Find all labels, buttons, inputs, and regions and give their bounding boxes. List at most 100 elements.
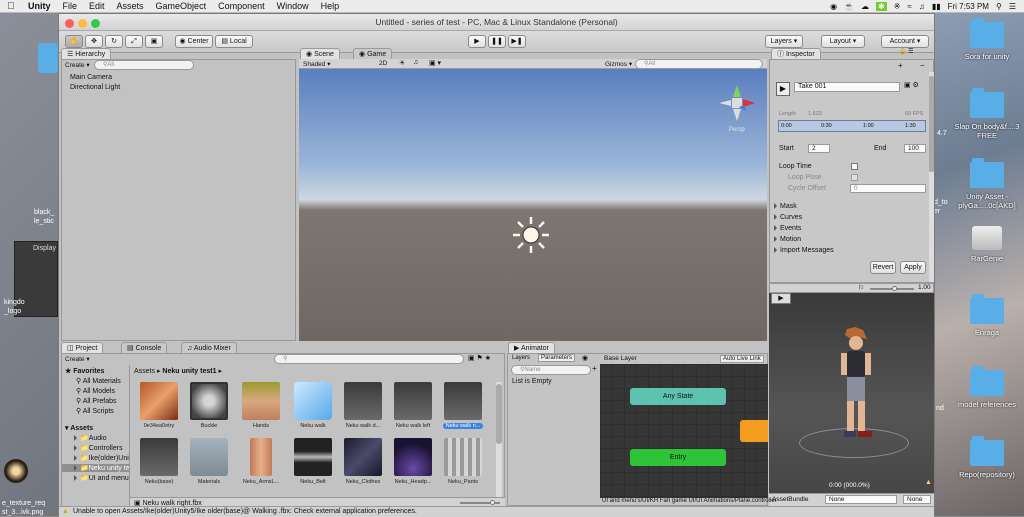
hierarchy-item-main-camera[interactable]: Main Camera [70,74,112,81]
tree-folder-ike-older[interactable]: 📁Ike(older)Uni [74,454,129,462]
light-toggle-icon[interactable]: ☀ [399,59,405,67]
animator-parameters-tab[interactable]: Parameters [538,354,576,362]
favorites-header[interactable]: ★ Favorites [65,367,104,375]
unity-status-icon[interactable]: ◉ [830,2,837,11]
tree-folder-ui-and-menu[interactable]: 📁UI and menu [74,474,129,482]
project-create-dropdown[interactable]: Create ▾ [65,355,90,363]
project-search-input[interactable]: ⚲ [274,354,464,364]
pivot-local-toggle[interactable]: ▤ Local [215,35,253,48]
tab-animator[interactable]: ▶ Animator [508,342,555,353]
tab-console[interactable]: ▤ Console [121,342,168,353]
base-layer-breadcrumb[interactable]: Base Layer [604,355,637,362]
directional-light-sun-icon[interactable] [511,215,551,255]
project-filter-icons[interactable]: ▣ ⚑ ★ [468,354,491,362]
clock[interactable]: Fri 7:53 PM [948,2,989,11]
audio-toggle-icon[interactable]: ♫ [413,59,418,66]
account-dropdown[interactable]: Account ▾ [881,35,929,48]
folder-icon[interactable] [38,43,58,73]
favorite-all-prefabs[interactable]: ⚲ All Prefabs [76,397,117,405]
clip-name-field[interactable]: Take 001 [794,82,900,92]
menu-assets[interactable]: Assets [111,1,150,11]
cloud-icon[interactable]: ☁ [861,2,869,11]
inspector-scrollbar[interactable] [929,72,934,282]
pivot-center-toggle[interactable]: ◉ Center [175,35,213,48]
menu-edit[interactable]: Edit [83,1,111,11]
tab-hierarchy[interactable]: ☰ Hierarchy [61,48,112,59]
asset-materials-folder[interactable]: Materials [186,438,232,485]
close-window-button[interactable] [65,19,74,28]
gizmos-dropdown[interactable]: Gizmos ▾ [605,60,632,68]
eye-icon[interactable]: ◉ [582,354,588,362]
hierarchy-create-dropdown[interactable]: Create ▾ [65,61,90,69]
loop-pose-checkbox[interactable] [851,174,858,181]
desktop-icon-slap-on[interactable]: Slap On body&f....3 FREE [947,88,1024,140]
tab-scene[interactable]: ◉ Scene [300,48,340,59]
layout-dropdown[interactable]: Layout ▾ [821,35,865,48]
section-import-messages[interactable]: Import Messages [774,247,834,254]
wine-icon[interactable]: ☕ [844,2,854,11]
preview-play-button[interactable]: ▶ [771,293,791,304]
any-state-node[interactable]: Any State [630,388,726,405]
menu-gameobject[interactable]: GameObject [150,1,213,11]
hierarchy-search-input[interactable]: ⚲All [94,60,194,70]
tab-inspector[interactable]: ⓘ Inspector [771,48,821,59]
bluetooth-icon[interactable]: ※ [894,2,901,11]
assetbundle-name-dropdown[interactable]: None [825,495,897,504]
animation-preview-panel[interactable]: ▶ 0:00 (000.0%) ▲ AssetBundle None None [769,293,934,506]
status-bar[interactable]: ▲ Unable to open Assets/Ike(older)Unity5… [59,506,934,517]
pause-button[interactable]: ❚❚ [488,35,506,48]
assets-header[interactable]: ▾ Assets [65,424,93,432]
clip-timeline[interactable]: 0:00 0:30 1:00 1:30 [778,120,926,132]
tree-folder-audio[interactable]: 📁Audio [74,434,107,442]
asset-neku-base[interactable]: Neku(base) [136,438,182,485]
notifications-icon[interactable]: ☰ [1009,2,1016,11]
thumbnail-size-slider[interactable] [460,500,500,505]
play-button[interactable]: ▶ [468,35,486,48]
image-thumbnail-icon[interactable] [4,459,28,483]
maximize-window-button[interactable] [91,19,100,28]
menu-component[interactable]: Component [212,1,271,11]
desktop-fragment-1[interactable]: black_ le_stic [34,208,60,226]
entry-node[interactable]: Entry [630,449,726,466]
effects-dropdown-icon[interactable]: ▣ ▾ [429,59,441,67]
tree-folder-controllers[interactable]: 📁Controllers [74,444,123,452]
tab-game[interactable]: ◉ Game [353,48,393,59]
section-mask[interactable]: Mask [774,203,797,210]
minimize-window-button[interactable] [78,19,87,28]
section-events[interactable]: Events [774,225,801,232]
breadcrumb-current[interactable]: Neku unity test1 [162,368,216,375]
desktop-icon-model-references[interactable]: model references [947,366,1024,409]
desktop-fragment-3[interactable]: e_texture_req st_3...ivk.png [2,499,58,517]
desktop-icon-enraga[interactable]: Enraga [947,294,1024,337]
desktop-icon-unity-asset[interactable]: Unity Asset - plyGa.....0c[AKD] [947,158,1024,210]
persp-label[interactable]: Persp [729,127,745,133]
animator-graph[interactable]: Any State Entry [600,364,768,498]
exit-node[interactable] [740,420,768,442]
rotate-tool-icon[interactable]: ↻ [105,35,123,48]
battery-icon[interactable]: ▮▮ [932,2,941,11]
clip-settings-icon[interactable]: ▣ ⚙ [904,81,919,89]
preview-speed-slider[interactable] [870,286,914,291]
end-field[interactable]: 100 [904,144,926,153]
auto-live-link-toggle[interactable]: Auto Live Link [720,355,764,363]
menu-window[interactable]: Window [271,1,315,11]
layers-dropdown[interactable]: Layers ▾ [765,35,803,48]
asset-neku-clothes[interactable]: Neku_Clothes [340,438,386,485]
shading-mode-dropdown[interactable]: Shaded ▾ [303,60,331,68]
minus-icon[interactable]: − [920,61,925,70]
favorite-all-scripts[interactable]: ⚲ All Scripts [76,407,114,415]
favorite-all-models[interactable]: ⚲ All Models [76,387,115,395]
preview-speed-icon[interactable]: ⚐ [858,284,864,292]
apply-button[interactable]: Apply [900,261,926,274]
cycle-offset-field[interactable]: 0 [850,184,926,193]
animator-layers-tab[interactable]: Layers [512,355,530,361]
2d-toggle[interactable]: 2D [379,60,387,67]
desktop-icon-repo[interactable]: Repo(repository) [947,436,1024,479]
scene-search-input[interactable]: ⚲All [635,59,763,69]
move-tool-icon[interactable]: ✥ [85,35,103,48]
project-scrollbar[interactable] [496,382,502,498]
asset-neku-walk-right[interactable]: Neku walk ri... [440,382,486,429]
search-icon[interactable]: ⚲ [996,2,1002,11]
breadcrumb-root[interactable]: Assets [134,368,155,375]
hierarchy-item-directional-light[interactable]: Directional Light [70,84,120,91]
